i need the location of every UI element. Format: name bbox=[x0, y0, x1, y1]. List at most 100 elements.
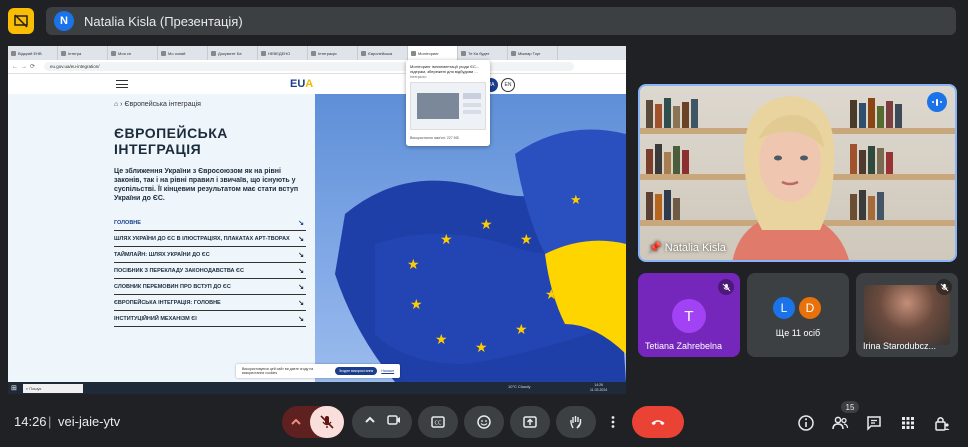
mic-options-chevron-icon[interactable] bbox=[282, 406, 310, 438]
windows-start-icon[interactable]: ⊞ bbox=[11, 384, 17, 392]
svg-text:CC: CC bbox=[435, 421, 442, 427]
participant-count-badge: 15 bbox=[841, 401, 859, 413]
apps-grid-icon bbox=[902, 417, 914, 429]
more-participants-tile[interactable]: L D Ще 11 осіб bbox=[747, 273, 849, 357]
breadcrumb-current: Європейська інтеграція bbox=[124, 101, 201, 108]
activities-button[interactable] bbox=[898, 413, 918, 433]
lang-en-button[interactable]: EN bbox=[501, 78, 515, 92]
camera-options-chevron-icon[interactable] bbox=[362, 412, 378, 433]
svg-text:★: ★ bbox=[520, 232, 533, 248]
participant-name: 📌 Natalia Kisla bbox=[648, 242, 726, 254]
top-bar: N Natalia Kisla (Презентація) bbox=[0, 0, 968, 44]
meeting-controls: 14:26 | vei-jaie-ytv CC bbox=[0, 398, 968, 447]
menu-item[interactable]: ТАЙМЛАЙН: ШЛЯХ УКРАЇНИ ДО ЄС ↘ bbox=[114, 247, 306, 263]
menu-item[interactable]: ЄВРОПЕЙСЬКА ІНТЕГРАЦІЯ: ГОЛОВНЕ ↘ bbox=[114, 295, 306, 311]
browser-tab[interactable]: Моя сп bbox=[108, 46, 158, 60]
intro-text: Це зближення України з Євросоюзом як на … bbox=[114, 168, 299, 202]
tab-favicon-icon bbox=[311, 50, 316, 56]
more-options-button[interactable] bbox=[602, 406, 624, 438]
cookie-text: Використовуючи цей сайт ви даєте згоду н… bbox=[242, 367, 314, 375]
tab-favicon-icon bbox=[161, 50, 166, 56]
hang-up-icon bbox=[651, 420, 665, 425]
host-controls-button[interactable] bbox=[932, 413, 952, 433]
camera-button[interactable] bbox=[386, 412, 402, 433]
info-icon bbox=[798, 415, 814, 431]
browser-tab[interactable]: Мо ознай bbox=[158, 46, 208, 60]
meeting-code: vei-jaie-ytv bbox=[58, 414, 121, 429]
menu-item[interactable]: СЛОВНИК ПЕРЕМОВИН ПРО ВСТУП ДО ЄС ↘ bbox=[114, 279, 306, 295]
home-icon[interactable]: ⌂ bbox=[114, 101, 118, 108]
tab-label: НЕВЕДЕНО bbox=[268, 50, 291, 56]
muted-icon bbox=[936, 279, 952, 295]
menu-item[interactable]: ПОСІБНИК З ПЕРЕКЛАДУ ЗАКОНОДАВСТВА ЄС ↘ bbox=[114, 263, 306, 279]
captions-button[interactable]: CC bbox=[418, 406, 458, 438]
people-icon bbox=[832, 416, 849, 430]
breadcrumb: ⌂ › Європейська інтеграція bbox=[114, 101, 201, 108]
meeting-time: 14:26 bbox=[14, 414, 47, 429]
participant-tile-tetiana[interactable]: T Tetiana Zahrebelna bbox=[638, 273, 740, 357]
separator: | bbox=[48, 414, 52, 429]
participant-name: Tetiana Zahrebelna bbox=[645, 341, 723, 351]
cookie-settings-link[interactable]: Налашт bbox=[381, 369, 394, 373]
speaker-tile-natalia[interactable]: 📌 Natalia Kisla bbox=[638, 84, 957, 262]
site-header: EUA UA EN bbox=[8, 74, 626, 94]
nav-arrows-icon[interactable]: ←→⟳ bbox=[12, 63, 38, 70]
svg-text:★: ★ bbox=[410, 297, 423, 313]
browser-tab[interactable]: Інтегра bbox=[58, 46, 108, 60]
books bbox=[850, 188, 950, 220]
hand-icon bbox=[570, 416, 582, 429]
tab-favicon-icon bbox=[411, 50, 416, 56]
tab-label: Європейська bbox=[368, 50, 393, 56]
meeting-info-button[interactable] bbox=[796, 413, 816, 433]
taskbar-weather: 10°C Cloudy bbox=[508, 384, 531, 389]
tab-favicon-icon bbox=[61, 50, 66, 56]
menu-item[interactable]: ШЛЯХ УКРАЇНИ ДО ЄС В ІЛЮСТРАЦІЯХ, ПЛАКАТ… bbox=[114, 231, 306, 247]
taskbar-search[interactable]: ⌕ Пошук bbox=[22, 383, 83, 393]
browser-tab[interactable]: Міжнар Торг bbox=[508, 46, 558, 60]
address-bar: ←→⟳ eu.gov.ua/eu-integration/ bbox=[8, 60, 626, 74]
presenter-bar: N Natalia Kisla (Презентація) bbox=[46, 7, 956, 35]
menu-item-label: ІНСТИТУЦІЙНИЙ МЕХАНІЗМ ЄІ bbox=[114, 315, 197, 322]
page-title: ЄВРОПЕЙСЬКА ІНТЕГРАЦІЯ bbox=[114, 125, 228, 157]
reactions-button[interactable] bbox=[464, 406, 504, 438]
tab-favicon-icon bbox=[361, 50, 366, 56]
tab-favicon-icon bbox=[261, 50, 266, 56]
svg-text:★: ★ bbox=[435, 332, 448, 348]
arrow-icon: ↘ bbox=[298, 251, 304, 259]
presenter-title: Natalia Kisla (Презентація) bbox=[84, 13, 243, 29]
browser-tab[interactable]: Відкрий ЕНВ bbox=[8, 46, 58, 60]
raise-hand-button[interactable] bbox=[556, 406, 596, 438]
svg-text:★: ★ bbox=[480, 217, 493, 233]
site-logo[interactable]: EUA bbox=[290, 78, 313, 90]
books bbox=[850, 142, 950, 174]
menu-icon[interactable] bbox=[116, 80, 128, 88]
pin-icon[interactable]: 📌 bbox=[648, 242, 662, 254]
present-screen-button[interactable] bbox=[510, 406, 550, 438]
menu-item[interactable]: ГОЛОВНЕ ↘ bbox=[114, 215, 306, 231]
tab-label: Документ Бе bbox=[218, 50, 242, 56]
popup-memory: Використання пам'яті: 227 МБ bbox=[410, 136, 459, 140]
mic-off-button[interactable] bbox=[310, 406, 344, 438]
browser-tab[interactable]: Інтеграція bbox=[308, 46, 358, 60]
browser-tab[interactable]: Моніторинг bbox=[408, 46, 458, 60]
tab-label: Моніторинг bbox=[418, 50, 439, 56]
browser-tabs: Відкрий ЕНВ Інтегра Моя сп Мо ознай Документ… bbox=[8, 46, 626, 60]
leave-call-button[interactable] bbox=[632, 406, 684, 438]
browser-tab[interactable]: Те Ка будет bbox=[458, 46, 508, 60]
browser-tab[interactable]: Європейська bbox=[358, 46, 408, 60]
cookie-accept-button[interactable]: Згоден використання bbox=[335, 367, 378, 375]
shared-screen: Відкрий ЕНВ Інтегра Моя сп Мо ознай Документ… bbox=[8, 46, 626, 394]
chat-button[interactable] bbox=[864, 413, 884, 433]
tab-favicon-icon bbox=[211, 50, 216, 56]
url-field[interactable]: eu.gov.ua/eu-integration/ bbox=[44, 62, 575, 71]
speaker-video bbox=[732, 96, 849, 260]
presentation-icon[interactable] bbox=[8, 8, 34, 34]
participant-tile-irina[interactable]: Irina Starodubcz... bbox=[856, 273, 958, 357]
svg-text:★: ★ bbox=[407, 257, 420, 273]
menu-item[interactable]: ІНСТИТУЦІЙНИЙ МЕХАНІЗМ ЄІ ↘ bbox=[114, 311, 306, 327]
muted-icon bbox=[718, 279, 734, 295]
browser-tab[interactable]: Документ Бе bbox=[208, 46, 258, 60]
browser-tab[interactable]: НЕВЕДЕНО bbox=[258, 46, 308, 60]
people-button[interactable] bbox=[830, 413, 850, 433]
tab-favicon-icon bbox=[461, 50, 466, 56]
